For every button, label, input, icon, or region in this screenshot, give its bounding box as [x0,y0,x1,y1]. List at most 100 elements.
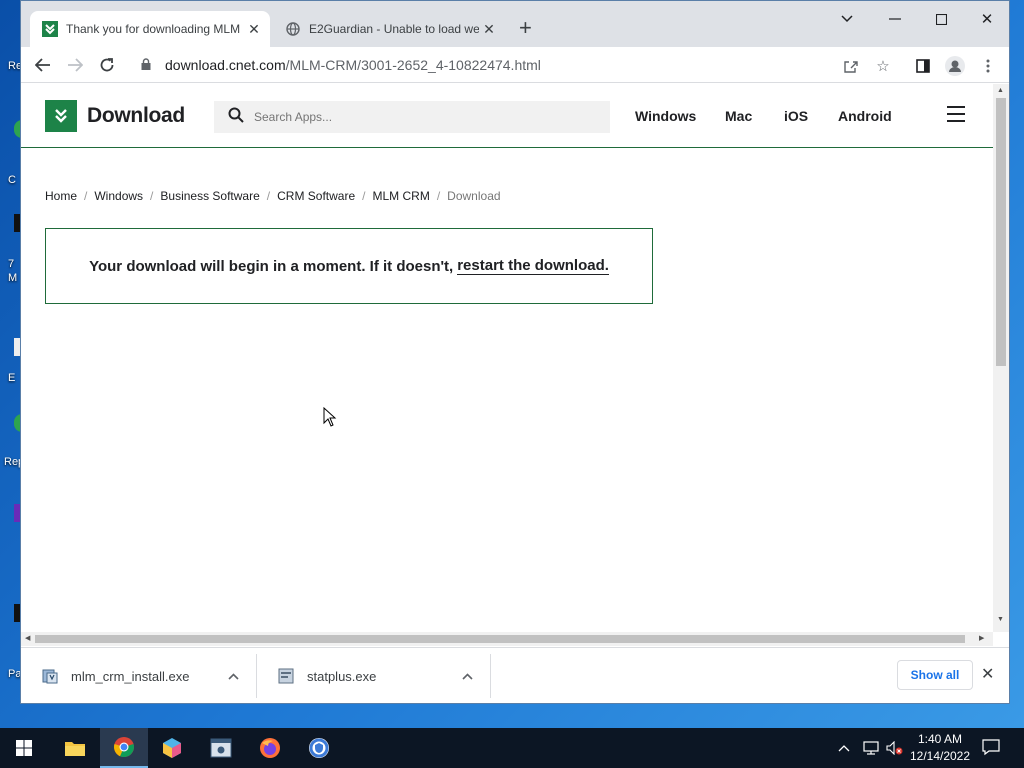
nav-android[interactable]: Android [838,108,892,124]
restart-download-link[interactable]: restart the download. [457,257,609,275]
installer-file-icon [41,667,59,685]
vertical-scroll-thumb[interactable] [996,98,1006,366]
download-item[interactable]: statplus.exe [257,654,491,698]
globe-icon [285,21,301,37]
download-filename: mlm_crm_install.exe [71,668,190,684]
app-window-icon[interactable] [197,728,245,768]
app-cube-icon[interactable] [148,728,196,768]
desktop-icon[interactable] [0,410,22,444]
breadcrumb-business-software[interactable]: Business Software [160,189,259,203]
maximize-icon[interactable] [923,7,959,31]
hamburger-menu-icon[interactable] [947,106,965,122]
breadcrumb-mlm-crm[interactable]: MLM CRM [373,189,430,203]
logo-wordmark: Download [87,104,185,127]
mouse-cursor-icon [323,406,337,432]
desktop-icon[interactable] [0,330,22,364]
tab-cnet-download[interactable]: Thank you for downloading MLM ✕ [30,11,270,47]
desktop-icon[interactable] [0,210,22,244]
url-host: download.cnet.com [165,57,286,73]
breadcrumb: Home / Windows / Business Software / CRM So… [45,189,501,203]
clock-date: 12/14/2022 [909,749,971,763]
share-icon[interactable] [840,55,862,77]
chevron-up-icon[interactable] [222,669,244,683]
firefox-icon[interactable] [246,728,294,768]
tab-strip: Thank you for downloading MLM ✕ E2Guardi… [21,1,1009,47]
desktop-icon-label: 7 [8,258,15,270]
nav-mac[interactable]: Mac [725,108,752,124]
file-explorer-icon[interactable] [51,728,99,768]
chrome-icon[interactable] [100,728,148,768]
nav-windows[interactable]: Windows [635,108,696,124]
breadcrumb-current: Download [447,189,501,203]
lock-icon[interactable] [141,57,161,73]
site-header: Download Windows Mac iOS Android [21,84,993,148]
scroll-right-arrow-icon[interactable]: ▶ [979,634,984,642]
tab-e2guardian[interactable]: E2Guardian - Unable to load web ✕ [273,11,505,47]
breadcrumb-separator: / [266,189,271,203]
desktop-icon[interactable] [0,500,22,534]
profile-avatar-icon[interactable] [944,55,966,77]
vertical-scrollbar[interactable]: ▲ ▼ [993,84,1009,632]
breadcrumb-separator: / [362,189,366,203]
url-text: download.cnet.com/MLM-CRM/3001-2652_4-10… [165,57,541,73]
download-notice: Your download will begin in a moment. If… [45,228,653,304]
scroll-up-arrow-icon[interactable]: ▲ [997,87,1004,94]
kebab-menu-icon[interactable] [977,55,999,77]
close-tab-icon[interactable]: ✕ [479,21,499,38]
search-box[interactable] [214,101,610,133]
side-panel-icon[interactable] [912,55,934,77]
taskbar: 1:40 AM 12/14/2022 [0,728,1024,768]
notification-center-icon[interactable] [982,738,1002,758]
search-icon [228,107,244,128]
scroll-down-arrow-icon[interactable]: ▼ [997,616,1004,623]
close-window-icon[interactable]: ✕ [969,7,1005,31]
executable-file-icon [277,667,295,685]
horizontal-scrollbar[interactable]: ◀ ▶ [21,632,993,646]
desktop-icon[interactable] [0,600,22,634]
download-filename: statplus.exe [307,668,377,684]
breadcrumb-home[interactable]: Home [45,189,77,203]
tab-search-chevron-icon[interactable] [829,7,865,31]
reload-icon[interactable] [95,53,119,77]
search-input[interactable] [254,110,574,124]
desktop-icon[interactable] [0,112,22,146]
breadcrumb-crm-software[interactable]: CRM Software [277,189,355,203]
breadcrumb-separator: / [84,189,88,203]
show-hidden-icons-chevron-icon[interactable] [838,728,850,768]
volume-muted-icon[interactable] [886,728,904,768]
windows-start-icon[interactable] [0,728,48,768]
breadcrumb-windows[interactable]: Windows [94,189,143,203]
close-shelf-icon[interactable]: ✕ [981,664,994,684]
show-all-button[interactable]: Show all [897,660,973,690]
close-tab-icon[interactable]: ✕ [244,21,264,38]
minimize-icon[interactable] [877,7,913,31]
tab-title: Thank you for downloading MLM [66,22,241,36]
page-content: Download Windows Mac iOS Android Home / W… [21,84,993,632]
breadcrumb-separator: / [436,189,441,203]
desktop-icon-label: C [8,174,16,186]
desktop-icon-label: E [8,372,16,384]
scroll-left-arrow-icon[interactable]: ◀ [25,634,30,642]
forward-arrow-icon[interactable] [63,53,87,77]
network-icon[interactable] [862,728,880,768]
security-browser-icon[interactable] [295,728,343,768]
back-arrow-icon[interactable] [31,53,55,77]
browser-toolbar: download.cnet.com/MLM-CRM/3001-2652_4-10… [21,47,1009,83]
bookmark-star-icon[interactable]: ☆ [872,55,894,77]
new-tab-icon[interactable]: + [519,17,532,39]
horizontal-scroll-thumb[interactable] [35,635,965,643]
download-shelf: mlm_crm_install.exe statplus.exe Show al… [21,647,1009,703]
chevron-up-icon[interactable] [456,669,478,683]
download-item[interactable]: mlm_crm_install.exe [21,654,257,698]
breadcrumb-separator: / [150,189,154,203]
url-path: /MLM-CRM/3001-2652_4-10822474.html [285,57,541,73]
desktop-icon-label: M [8,272,18,284]
address-bar[interactable]: download.cnet.com/MLM-CRM/3001-2652_4-10… [133,51,963,79]
system-clock[interactable]: 1:40 AM 12/14/2022 [904,731,976,765]
cnet-download-favicon-icon [42,21,58,37]
nav-ios[interactable]: iOS [784,108,808,124]
notice-text: Your download will begin in a moment. If… [89,257,454,275]
download-logo-icon [45,100,77,132]
browser-window: Thank you for downloading MLM ✕ E2Guardi… [20,0,1010,704]
site-logo[interactable]: Download [45,100,185,132]
